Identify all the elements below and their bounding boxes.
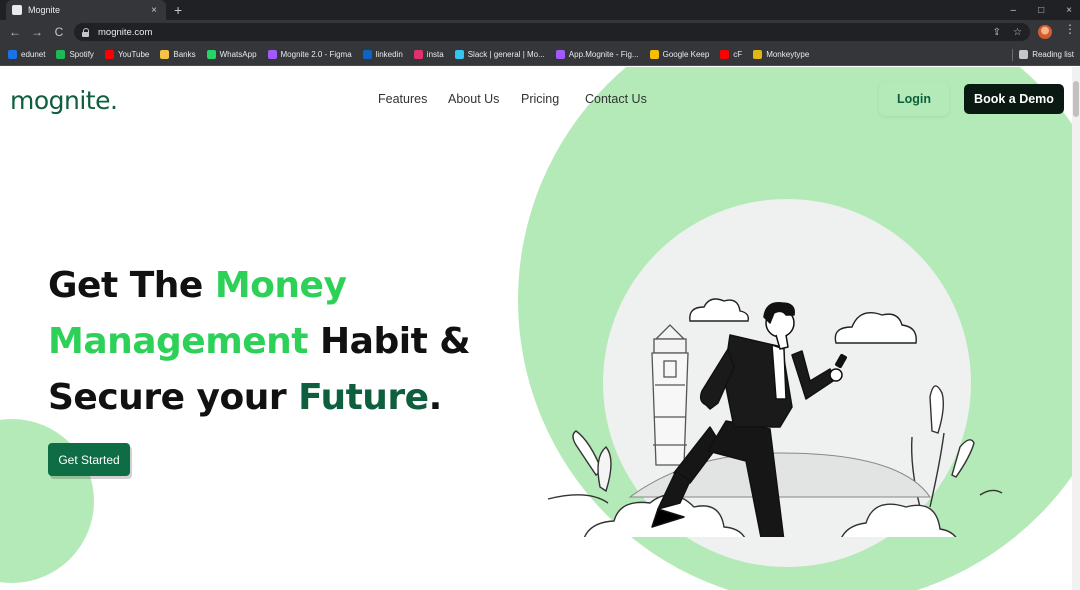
hero-heading-line-3: Secure your Future. bbox=[48, 377, 442, 418]
cloud-icon bbox=[834, 312, 917, 344]
site-logo[interactable]: mognite. bbox=[10, 86, 118, 115]
bookmark-favicon-icon bbox=[555, 50, 565, 59]
hero-text: Habit & bbox=[308, 321, 471, 362]
lighthouse-icon bbox=[651, 324, 689, 466]
bookmark-favicon-icon bbox=[206, 50, 216, 59]
bookmarks-bar: edunet Spotify YouTube Banks WhatsApp Mognite… bbox=[0, 44, 1080, 66]
profile-avatar[interactable] bbox=[1038, 25, 1052, 39]
bookmark-item[interactable]: cF bbox=[720, 50, 742, 59]
bookmark-favicon-icon bbox=[267, 50, 277, 59]
get-started-button[interactable]: Get Started bbox=[48, 443, 130, 476]
address-bar[interactable]: mognite.com ⇪ ☆ bbox=[74, 23, 1030, 41]
reed-plant-icon bbox=[911, 385, 1003, 508]
bookmark-label: Monkeytype bbox=[766, 50, 810, 59]
bookmark-item[interactable]: edunet bbox=[8, 50, 45, 59]
scrollbar-thumb[interactable] bbox=[1073, 81, 1079, 117]
bookmark-item[interactable]: App.Mognite - Fig... bbox=[555, 50, 639, 59]
hero-highlight-management: Management bbox=[48, 321, 309, 362]
bookmark-item[interactable]: Google Keep bbox=[649, 50, 710, 59]
bookmark-favicon-icon bbox=[160, 50, 170, 59]
url-text[interactable]: mognite.com bbox=[98, 27, 993, 38]
hero-highlight-future: Future bbox=[298, 377, 429, 418]
bookmark-label: WhatsApp bbox=[219, 50, 257, 59]
bookmark-item[interactable]: Monkeytype bbox=[753, 50, 809, 59]
share-icon[interactable]: ⇪ bbox=[993, 27, 1001, 38]
hero-text: . bbox=[428, 377, 443, 418]
hero-text: Get The bbox=[48, 265, 215, 306]
bookmark-label: Banks bbox=[173, 50, 196, 59]
bookmark-star-icon[interactable]: ☆ bbox=[1013, 27, 1022, 38]
bookmark-favicon-icon bbox=[362, 50, 372, 59]
bookmark-item[interactable]: Mognite 2.0 - Figma bbox=[267, 50, 352, 59]
browser-tab[interactable]: Mognite × bbox=[6, 0, 166, 20]
web-page: mognite. Features About Us Pricing Conta… bbox=[0, 67, 1072, 590]
bookmark-item[interactable]: linkedin bbox=[362, 50, 403, 59]
bookmark-item[interactable]: Banks bbox=[160, 50, 196, 59]
nav-features-link[interactable]: Features bbox=[378, 92, 427, 106]
bookmark-item[interactable]: Spotify bbox=[56, 50, 94, 59]
bookmark-favicon-icon bbox=[56, 50, 66, 59]
close-window-button[interactable]: × bbox=[1066, 5, 1072, 16]
bookmark-label: Slack | general | Mo... bbox=[467, 50, 545, 59]
bookmark-item[interactable]: insta bbox=[413, 50, 444, 59]
bookmark-label: Google Keep bbox=[662, 50, 710, 59]
window-controls: – □ × bbox=[1011, 0, 1072, 20]
bookmark-label: cF bbox=[733, 50, 743, 59]
bookmark-label: YouTube bbox=[117, 50, 150, 59]
hero-heading-line-2: Management Habit & bbox=[48, 321, 471, 362]
reading-list-icon bbox=[1019, 50, 1029, 59]
bookmark-favicon-icon bbox=[8, 50, 17, 59]
reading-list-label: Reading list bbox=[1032, 50, 1074, 59]
reload-icon[interactable]: C bbox=[48, 25, 70, 39]
nav-about-link[interactable]: About Us bbox=[448, 92, 499, 106]
bookmark-label: insta bbox=[426, 50, 444, 59]
browser-titlebar: Mognite × + – □ × bbox=[0, 0, 1080, 20]
maximize-button[interactable]: □ bbox=[1038, 5, 1044, 16]
bookmark-item[interactable]: Slack | general | Mo... bbox=[454, 50, 545, 59]
book-demo-button[interactable]: Book a Demo bbox=[964, 84, 1064, 114]
reed-plant-icon bbox=[547, 430, 612, 504]
nav-pricing-link[interactable]: Pricing bbox=[521, 92, 559, 106]
browser-menu-icon[interactable]: ⋮ bbox=[1064, 22, 1076, 36]
page-scrollbar[interactable] bbox=[1072, 67, 1080, 590]
browser-toolbar: ← → C mognite.com ⇪ ☆ bbox=[0, 20, 1080, 44]
bookmark-item[interactable]: YouTube bbox=[104, 50, 150, 59]
bookmark-label: Spotify bbox=[69, 50, 94, 59]
bookmark-label: App.Mognite - Fig... bbox=[568, 50, 639, 59]
bookmark-label: Mognite 2.0 - Figma bbox=[280, 50, 352, 59]
bookmark-label: edunet bbox=[21, 50, 46, 59]
bookmark-favicon-icon bbox=[649, 50, 659, 59]
login-button[interactable]: Login bbox=[879, 82, 949, 116]
bookmark-favicon-icon bbox=[753, 50, 763, 59]
bookmark-favicon-icon bbox=[454, 50, 464, 59]
forward-arrow-icon[interactable]: → bbox=[26, 25, 48, 39]
bookmark-item[interactable]: WhatsApp bbox=[206, 50, 257, 59]
nav-contact-link[interactable]: Contact Us bbox=[585, 92, 647, 106]
bookmark-favicon-icon bbox=[720, 50, 730, 59]
hero-highlight-money: Money bbox=[214, 265, 347, 306]
lock-icon[interactable] bbox=[82, 27, 90, 37]
back-arrow-icon[interactable]: ← bbox=[4, 25, 26, 39]
hero-illustration bbox=[547, 298, 1003, 537]
new-tab-button[interactable]: + bbox=[174, 1, 182, 19]
bookmark-favicon-icon bbox=[413, 50, 423, 59]
minimize-button[interactable]: – bbox=[1011, 5, 1017, 16]
bookmark-label: linkedin bbox=[375, 50, 403, 59]
tab-favicon-icon bbox=[12, 5, 22, 15]
hero-heading-line-1: Get The Money bbox=[48, 265, 347, 306]
cloud-icon bbox=[689, 298, 750, 322]
hero-text: Secure your bbox=[48, 377, 299, 418]
tab-close-icon[interactable]: × bbox=[148, 5, 160, 16]
bookmarks-separator bbox=[1012, 48, 1014, 61]
reading-list-button[interactable]: Reading list bbox=[1019, 50, 1074, 59]
tab-title: Mognite bbox=[28, 5, 61, 15]
bookmark-favicon-icon bbox=[104, 50, 114, 59]
